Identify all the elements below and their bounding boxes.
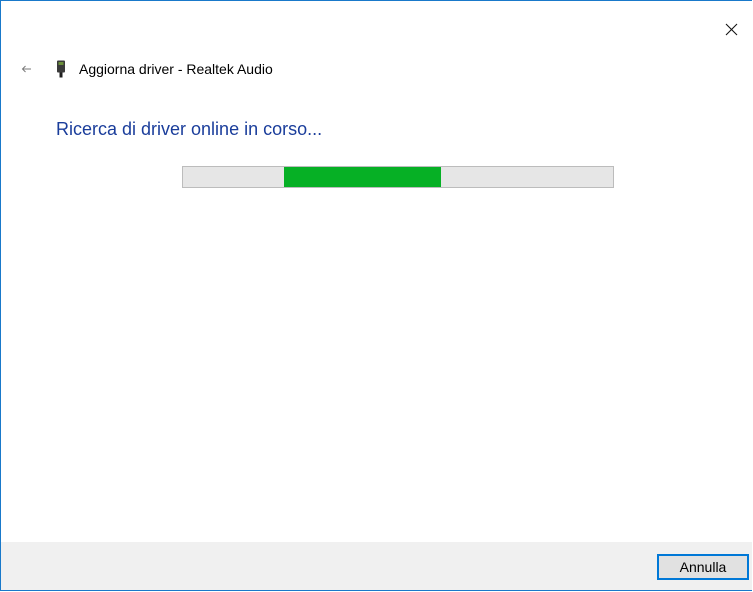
dialog-window: Aggiorna driver - Realtek Audio Ricerca … <box>0 0 752 591</box>
dialog-title: Aggiorna driver - Realtek Audio <box>79 61 273 77</box>
status-heading: Ricerca di driver online in corso... <box>56 119 323 139</box>
progress-bar-fill <box>284 167 441 187</box>
back-button[interactable] <box>17 59 37 79</box>
close-button[interactable] <box>716 15 746 43</box>
audio-device-icon <box>55 60 67 78</box>
dialog-footer: Annulla <box>1 542 752 590</box>
close-icon <box>725 23 737 35</box>
search-progress-bar <box>182 166 614 188</box>
cancel-button[interactable]: Annulla <box>657 554 749 580</box>
dialog-header: Aggiorna driver - Realtek Audio <box>55 58 273 80</box>
back-arrow-icon <box>21 65 31 73</box>
